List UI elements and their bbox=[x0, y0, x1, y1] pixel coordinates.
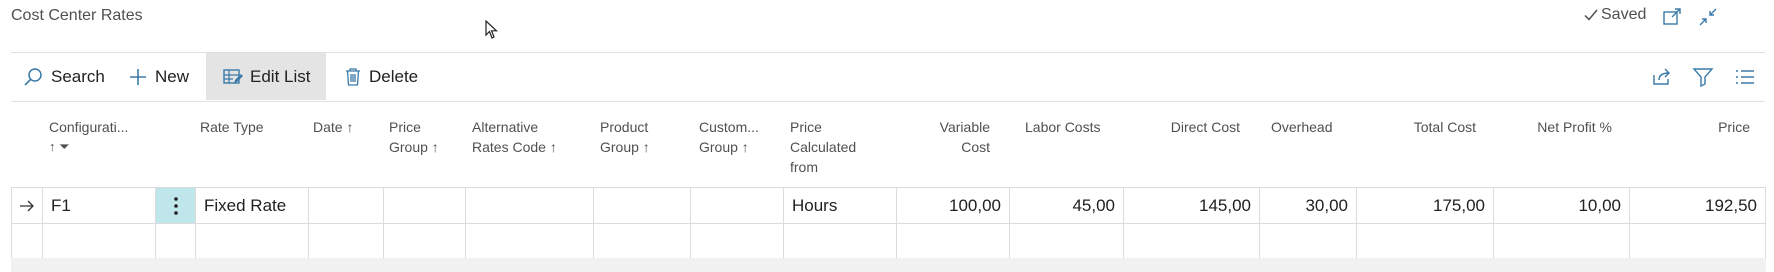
column-header-variable-cost[interactable]: Variable Cost bbox=[900, 117, 990, 157]
cell-total-cost[interactable] bbox=[1356, 223, 1493, 258]
search-button[interactable]: Search bbox=[22, 53, 108, 100]
cell-configuration[interactable] bbox=[42, 223, 155, 258]
search-button-label: Search bbox=[51, 66, 105, 86]
cell-labor-costs[interactable] bbox=[1009, 223, 1123, 258]
share-icon[interactable] bbox=[1651, 66, 1673, 88]
filter-icon[interactable] bbox=[1692, 66, 1714, 88]
cell-direct-cost[interactable] bbox=[1123, 223, 1259, 258]
cell-price[interactable]: 192,50 bbox=[1629, 188, 1766, 223]
cell-price-group[interactable] bbox=[383, 188, 465, 223]
cell-direct-cost[interactable]: 145,00 bbox=[1123, 188, 1259, 223]
delete-icon bbox=[346, 67, 360, 86]
column-header-price-group[interactable]: Price Group ↑ bbox=[389, 117, 465, 157]
cell-date[interactable] bbox=[308, 188, 383, 223]
cell-actions[interactable] bbox=[155, 223, 195, 258]
cell-customer-group[interactable] bbox=[690, 223, 783, 258]
column-header-labor-costs[interactable]: Labor Costs bbox=[1025, 117, 1125, 137]
open-new-window-icon[interactable] bbox=[1661, 6, 1683, 28]
column-header-price-calculated-from[interactable]: Price Calculated from bbox=[790, 117, 890, 177]
cell-price-group[interactable] bbox=[383, 223, 465, 258]
cell-product-group[interactable] bbox=[593, 188, 690, 223]
checkmark-icon bbox=[1584, 9, 1598, 21]
column-header-price[interactable]: Price bbox=[1650, 117, 1750, 137]
column-header-overhead[interactable]: Overhead bbox=[1271, 117, 1361, 137]
column-header-total-cost[interactable]: Total Cost bbox=[1376, 117, 1476, 137]
cell-rate-type[interactable]: Fixed Rate bbox=[195, 188, 308, 223]
save-status: Saved bbox=[1583, 6, 1646, 24]
column-header-product-group[interactable]: Product Group ↑ bbox=[600, 117, 692, 157]
new-button[interactable]: New bbox=[128, 53, 192, 100]
delete-button-label: Delete bbox=[369, 66, 419, 86]
more-vertical-icon bbox=[173, 196, 178, 215]
cell-date[interactable] bbox=[308, 223, 383, 258]
cell-variable-cost[interactable]: 100,00 bbox=[896, 188, 1009, 223]
column-header-date[interactable]: Date ↑ bbox=[313, 117, 383, 137]
search-icon bbox=[24, 67, 42, 86]
cell-labor-costs[interactable]: 45,00 bbox=[1009, 188, 1123, 223]
cell-overhead[interactable] bbox=[1259, 223, 1356, 258]
edit-list-button-label: Edit List bbox=[250, 66, 311, 86]
cell-net-profit[interactable]: 10,00 bbox=[1493, 188, 1629, 223]
row-indicator[interactable] bbox=[11, 223, 42, 258]
cell-rate-type[interactable] bbox=[195, 223, 308, 258]
mouse-cursor-icon bbox=[485, 20, 499, 39]
table-row-empty[interactable] bbox=[11, 223, 1766, 259]
column-header-net-profit[interactable]: Net Profit % bbox=[1502, 117, 1612, 137]
cell-price[interactable] bbox=[1629, 223, 1766, 258]
toolbar-divider bbox=[11, 101, 1765, 102]
new-button-label: New bbox=[155, 66, 190, 86]
list-view-icon[interactable] bbox=[1734, 66, 1756, 88]
cell-overhead[interactable]: 30,00 bbox=[1259, 188, 1356, 223]
collapse-icon[interactable] bbox=[1697, 6, 1719, 28]
cell-total-cost[interactable]: 175,00 bbox=[1356, 188, 1493, 223]
column-header-configuration[interactable]: Configurati... ↑ ⏷ bbox=[49, 117, 179, 157]
sort-filter-indicator: ↑ ⏷ bbox=[49, 139, 70, 154]
grid-footer bbox=[11, 258, 1766, 272]
column-header-alternative-rates-code[interactable]: Alternative Rates Code ↑ bbox=[472, 117, 592, 157]
cell-price-calculated-from[interactable] bbox=[783, 223, 896, 258]
cell-alternative-rates-code[interactable] bbox=[465, 223, 593, 258]
save-status-label: Saved bbox=[1601, 6, 1647, 23]
column-header-customer-group[interactable]: Custom... Group ↑ bbox=[699, 117, 785, 157]
cell-net-profit[interactable] bbox=[1493, 223, 1629, 258]
row-indicator[interactable] bbox=[11, 188, 42, 223]
row-actions-button[interactable] bbox=[155, 188, 195, 223]
cell-variable-cost[interactable] bbox=[896, 223, 1009, 258]
cell-price-calculated-from[interactable]: Hours bbox=[783, 188, 896, 223]
edit-list-icon bbox=[223, 68, 243, 84]
plus-icon bbox=[130, 68, 146, 85]
arrow-right-icon bbox=[20, 200, 34, 211]
page-title: Cost Center Rates bbox=[11, 7, 143, 24]
column-header-rate-type[interactable]: Rate Type bbox=[200, 117, 308, 137]
cell-configuration[interactable]: F1 bbox=[42, 188, 155, 223]
table-row[interactable]: F1 Fixed Rate Hours 100,00 45,00 145,00 … bbox=[11, 187, 1766, 224]
column-header-direct-cost[interactable]: Direct Cost bbox=[1140, 117, 1240, 137]
cell-customer-group[interactable] bbox=[690, 188, 783, 223]
cell-alternative-rates-code[interactable] bbox=[465, 188, 593, 223]
delete-button[interactable]: Delete bbox=[344, 53, 422, 100]
cell-product-group[interactable] bbox=[593, 223, 690, 258]
edit-list-button[interactable]: Edit List bbox=[206, 53, 326, 100]
